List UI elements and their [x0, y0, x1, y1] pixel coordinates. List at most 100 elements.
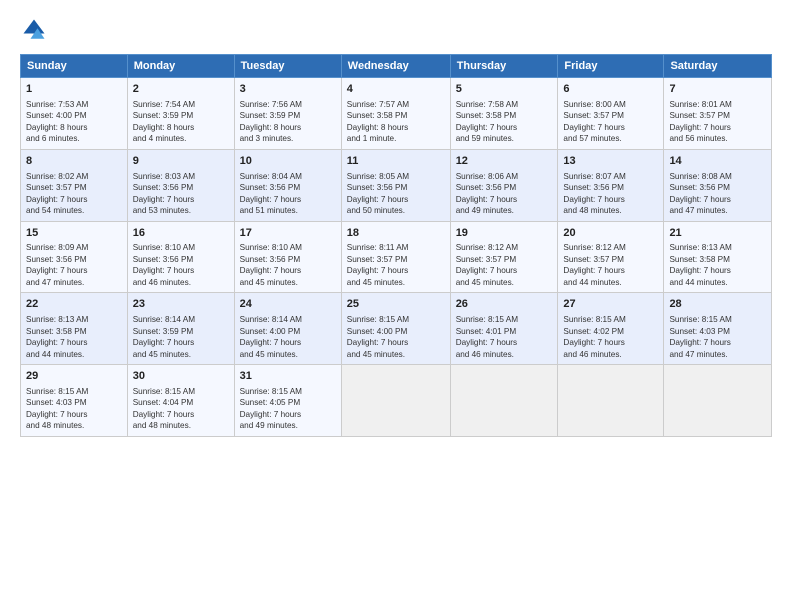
day-number: 12	[456, 154, 553, 169]
day-info: Sunrise: 8:01 AM Sunset: 3:57 PM Dayligh…	[669, 99, 766, 145]
day-info: Sunrise: 8:10 AM Sunset: 3:56 PM Dayligh…	[240, 242, 336, 288]
day-info: Sunrise: 7:56 AM Sunset: 3:59 PM Dayligh…	[240, 99, 336, 145]
calendar-cell: 2 Sunrise: 7:54 AM Sunset: 3:59 PM Daylig…	[127, 78, 234, 150]
day-number: 22	[26, 297, 122, 312]
calendar-cell: 17Sunrise: 8:10 AM Sunset: 3:56 PM Dayli…	[234, 221, 341, 293]
day-number: 15	[26, 226, 122, 241]
day-number: 14	[669, 154, 766, 169]
day-info: Sunrise: 8:08 AM Sunset: 3:56 PM Dayligh…	[669, 171, 766, 217]
day-number: 16	[133, 226, 229, 241]
calendar-cell: 7 Sunrise: 8:01 AM Sunset: 3:57 PM Daylig…	[664, 78, 772, 150]
calendar-cell: 6 Sunrise: 8:00 AM Sunset: 3:57 PM Daylig…	[558, 78, 664, 150]
day-info: Sunrise: 8:15 AM Sunset: 4:03 PM Dayligh…	[26, 386, 122, 432]
day-number: 29	[26, 369, 122, 384]
day-info: Sunrise: 8:09 AM Sunset: 3:56 PM Dayligh…	[26, 242, 122, 288]
calendar-cell: 18Sunrise: 8:11 AM Sunset: 3:57 PM Dayli…	[341, 221, 450, 293]
calendar-cell	[664, 365, 772, 437]
calendar-cell: 16Sunrise: 8:10 AM Sunset: 3:56 PM Dayli…	[127, 221, 234, 293]
day-number: 13	[563, 154, 658, 169]
calendar-cell: 22 Sunrise: 8:13 AM Sunset: 3:58 PM Dayli…	[21, 293, 128, 365]
calendar-cell: 19Sunrise: 8:12 AM Sunset: 3:57 PM Dayli…	[450, 221, 558, 293]
day-number: 1	[26, 82, 122, 97]
calendar-day-header: Sunday	[21, 55, 128, 78]
calendar-cell: 11 Sunrise: 8:05 AM Sunset: 3:56 PM Dayli…	[341, 149, 450, 221]
calendar-cell: 25 Sunrise: 8:15 AM Sunset: 4:00 PM Dayli…	[341, 293, 450, 365]
day-number: 11	[347, 154, 445, 169]
calendar-cell: 26 Sunrise: 8:15 AM Sunset: 4:01 PM Dayli…	[450, 293, 558, 365]
calendar-cell: 3Sunrise: 7:56 AM Sunset: 3:59 PM Daylig…	[234, 78, 341, 150]
day-info: Sunrise: 8:13 AM Sunset: 3:58 PM Dayligh…	[26, 314, 122, 360]
logo-icon	[20, 16, 48, 44]
calendar-cell: 20Sunrise: 8:12 AM Sunset: 3:57 PM Dayli…	[558, 221, 664, 293]
calendar-cell: 27 Sunrise: 8:15 AM Sunset: 4:02 PM Dayli…	[558, 293, 664, 365]
calendar-week-row: 8 Sunrise: 8:02 AM Sunset: 3:57 PM Daylig…	[21, 149, 772, 221]
page: SundayMondayTuesdayWednesdayThursdayFrid…	[0, 0, 792, 612]
calendar-week-row: 29 Sunrise: 8:15 AM Sunset: 4:03 PM Dayli…	[21, 365, 772, 437]
calendar-cell: 30 Sunrise: 8:15 AM Sunset: 4:04 PM Dayli…	[127, 365, 234, 437]
day-info: Sunrise: 8:04 AM Sunset: 3:56 PM Dayligh…	[240, 171, 336, 217]
day-number: 27	[563, 297, 658, 312]
calendar-cell: 9Sunrise: 8:03 AM Sunset: 3:56 PM Daylig…	[127, 149, 234, 221]
day-info: Sunrise: 8:15 AM Sunset: 4:01 PM Dayligh…	[456, 314, 553, 360]
calendar-cell	[558, 365, 664, 437]
day-number: 10	[240, 154, 336, 169]
day-info: Sunrise: 8:10 AM Sunset: 3:56 PM Dayligh…	[133, 242, 229, 288]
day-number: 18	[347, 226, 445, 241]
day-info: Sunrise: 8:05 AM Sunset: 3:56 PM Dayligh…	[347, 171, 445, 217]
calendar-cell: 4 Sunrise: 7:57 AM Sunset: 3:58 PM Daylig…	[341, 78, 450, 150]
day-info: Sunrise: 8:06 AM Sunset: 3:56 PM Dayligh…	[456, 171, 553, 217]
day-info: Sunrise: 7:53 AM Sunset: 4:00 PM Dayligh…	[26, 99, 122, 145]
day-number: 28	[669, 297, 766, 312]
day-info: Sunrise: 8:15 AM Sunset: 4:00 PM Dayligh…	[347, 314, 445, 360]
day-number: 21	[669, 226, 766, 241]
day-number: 23	[133, 297, 229, 312]
day-info: Sunrise: 8:12 AM Sunset: 3:57 PM Dayligh…	[563, 242, 658, 288]
calendar-cell: 5Sunrise: 7:58 AM Sunset: 3:58 PM Daylig…	[450, 78, 558, 150]
calendar-header-row: SundayMondayTuesdayWednesdayThursdayFrid…	[21, 55, 772, 78]
calendar-cell: 1 Sunrise: 7:53 AM Sunset: 4:00 PM Daylig…	[21, 78, 128, 150]
calendar-cell: 15Sunrise: 8:09 AM Sunset: 3:56 PM Dayli…	[21, 221, 128, 293]
calendar-day-header: Friday	[558, 55, 664, 78]
calendar-cell: 14 Sunrise: 8:08 AM Sunset: 3:56 PM Dayli…	[664, 149, 772, 221]
day-info: Sunrise: 8:00 AM Sunset: 3:57 PM Dayligh…	[563, 99, 658, 145]
calendar-cell: 24Sunrise: 8:14 AM Sunset: 4:00 PM Dayli…	[234, 293, 341, 365]
day-info: Sunrise: 8:07 AM Sunset: 3:56 PM Dayligh…	[563, 171, 658, 217]
calendar-cell: 28 Sunrise: 8:15 AM Sunset: 4:03 PM Dayli…	[664, 293, 772, 365]
logo	[20, 16, 52, 44]
day-number: 8	[26, 154, 122, 169]
day-number: 5	[456, 82, 553, 97]
day-number: 25	[347, 297, 445, 312]
day-number: 17	[240, 226, 336, 241]
day-number: 7	[669, 82, 766, 97]
day-number: 4	[347, 82, 445, 97]
day-info: Sunrise: 8:14 AM Sunset: 3:59 PM Dayligh…	[133, 314, 229, 360]
calendar-cell	[341, 365, 450, 437]
day-info: Sunrise: 8:02 AM Sunset: 3:57 PM Dayligh…	[26, 171, 122, 217]
header	[20, 16, 772, 44]
day-number: 30	[133, 369, 229, 384]
day-number: 2	[133, 82, 229, 97]
calendar-cell: 10 Sunrise: 8:04 AM Sunset: 3:56 PM Dayli…	[234, 149, 341, 221]
day-number: 31	[240, 369, 336, 384]
day-info: Sunrise: 7:57 AM Sunset: 3:58 PM Dayligh…	[347, 99, 445, 145]
day-number: 20	[563, 226, 658, 241]
day-info: Sunrise: 8:13 AM Sunset: 3:58 PM Dayligh…	[669, 242, 766, 288]
day-info: Sunrise: 8:15 AM Sunset: 4:02 PM Dayligh…	[563, 314, 658, 360]
day-number: 26	[456, 297, 553, 312]
day-number: 6	[563, 82, 658, 97]
day-info: Sunrise: 8:14 AM Sunset: 4:00 PM Dayligh…	[240, 314, 336, 360]
calendar-day-header: Monday	[127, 55, 234, 78]
calendar-week-row: 22 Sunrise: 8:13 AM Sunset: 3:58 PM Dayli…	[21, 293, 772, 365]
day-info: Sunrise: 8:11 AM Sunset: 3:57 PM Dayligh…	[347, 242, 445, 288]
calendar-day-header: Wednesday	[341, 55, 450, 78]
day-info: Sunrise: 7:54 AM Sunset: 3:59 PM Dayligh…	[133, 99, 229, 145]
calendar-cell: 31 Sunrise: 8:15 AM Sunset: 4:05 PM Dayli…	[234, 365, 341, 437]
calendar-cell	[450, 365, 558, 437]
calendar-cell: 12 Sunrise: 8:06 AM Sunset: 3:56 PM Dayli…	[450, 149, 558, 221]
day-number: 9	[133, 154, 229, 169]
calendar-cell: 13 Sunrise: 8:07 AM Sunset: 3:56 PM Dayli…	[558, 149, 664, 221]
day-info: Sunrise: 8:15 AM Sunset: 4:04 PM Dayligh…	[133, 386, 229, 432]
day-info: Sunrise: 8:15 AM Sunset: 4:03 PM Dayligh…	[669, 314, 766, 360]
day-info: Sunrise: 8:15 AM Sunset: 4:05 PM Dayligh…	[240, 386, 336, 432]
day-info: Sunrise: 8:12 AM Sunset: 3:57 PM Dayligh…	[456, 242, 553, 288]
